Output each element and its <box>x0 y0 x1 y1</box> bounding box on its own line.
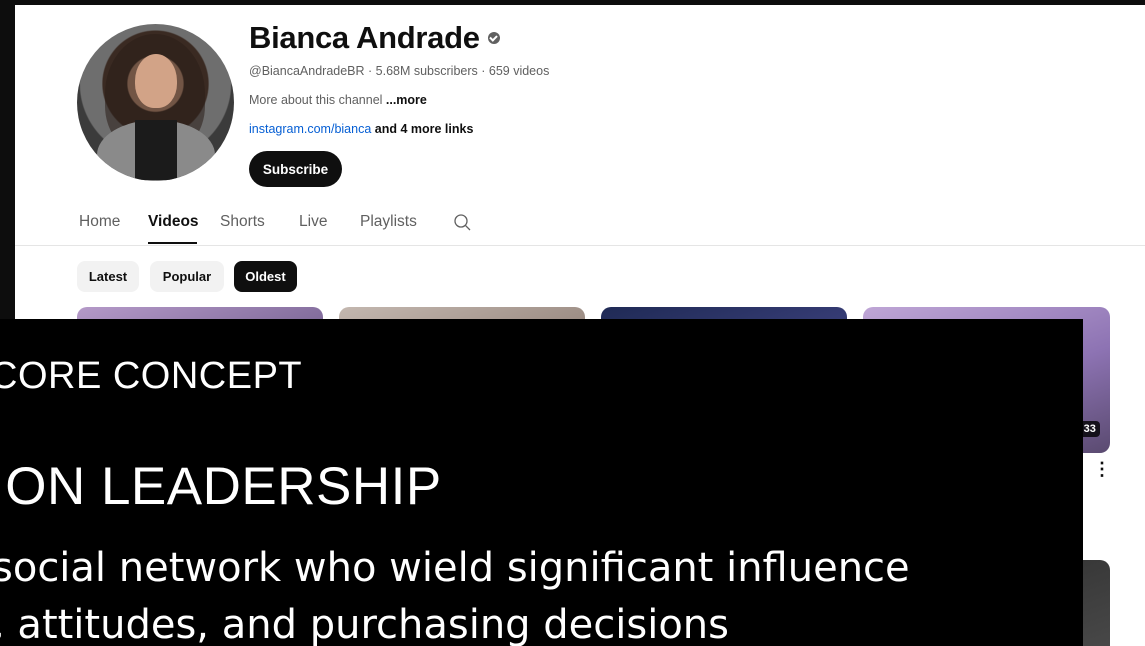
avatar-face <box>135 54 177 108</box>
tab-home[interactable]: Home <box>79 213 120 231</box>
active-tab-indicator <box>148 242 197 244</box>
slide-body-line-1: social network who wield significant inf… <box>0 545 910 591</box>
channel-tabs: Home Videos Shorts Live Playlists <box>15 205 1145 246</box>
slide-kicker: CORE CONCEPT <box>0 355 303 397</box>
search-icon[interactable] <box>453 213 471 231</box>
tab-live[interactable]: Live <box>299 213 327 231</box>
tab-shorts[interactable]: Shorts <box>220 213 265 231</box>
subscribe-button[interactable]: Subscribe <box>249 151 342 187</box>
more-options-icon[interactable]: ⋮ <box>1092 459 1112 479</box>
more-links[interactable]: and 4 more links <box>371 122 474 136</box>
channel-meta: @BiancaAndradeBR · 5.68M subscribers · 6… <box>249 64 550 78</box>
channel-about[interactable]: More about this channel ...more <box>249 93 427 107</box>
about-more-link[interactable]: ...more <box>386 93 427 107</box>
avatar-shirt <box>135 120 177 180</box>
channel-name: Bianca Andrade <box>249 20 500 56</box>
channel-links: instagram.com/bianca and 4 more links <box>249 122 473 136</box>
slide-overlay: CORE CONCEPT ION LEADERSHIP social netwo… <box>0 319 1083 646</box>
verified-icon <box>487 31 500 44</box>
tab-videos[interactable]: Videos <box>148 213 199 231</box>
chip-popular[interactable]: Popular <box>150 261 224 292</box>
slide-body-line-2: , attitudes, and purchasing decisions <box>0 602 729 646</box>
channel-avatar[interactable] <box>77 24 234 181</box>
about-text: More about this channel <box>249 93 386 107</box>
tab-playlists[interactable]: Playlists <box>360 213 417 231</box>
slide-title: ION LEADERSHIP <box>0 457 442 516</box>
chip-oldest[interactable]: Oldest <box>234 261 297 292</box>
instagram-link[interactable]: instagram.com/bianca <box>249 122 371 136</box>
chip-latest[interactable]: Latest <box>77 261 139 292</box>
channel-name-text: Bianca Andrade <box>249 20 480 55</box>
